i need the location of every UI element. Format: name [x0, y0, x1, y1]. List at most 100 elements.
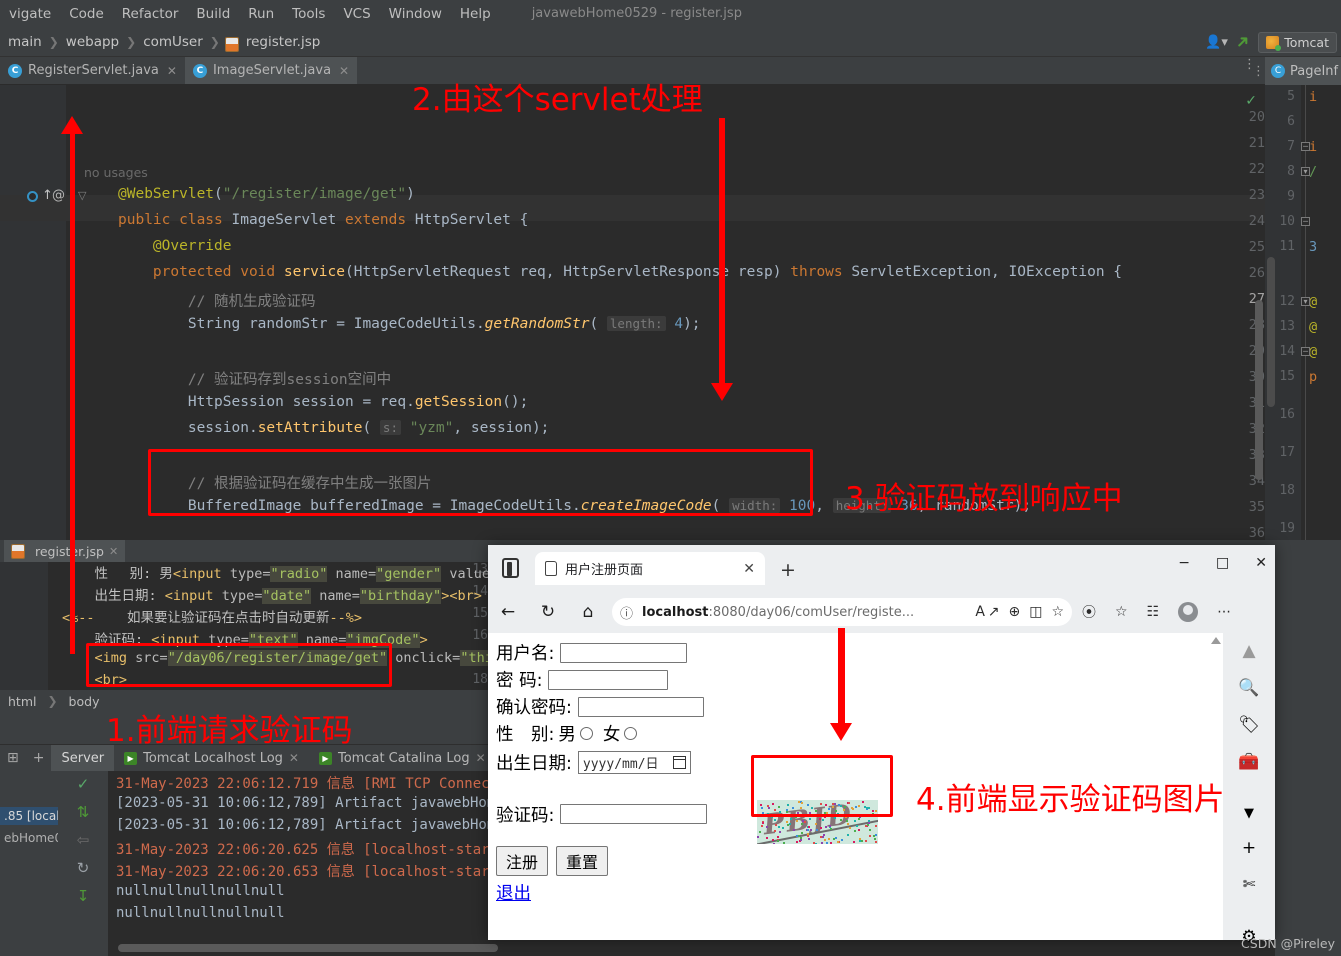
console-tab-server[interactable]: Server — [51, 745, 114, 772]
fold-marker-icon[interactable]: ▽ — [78, 189, 86, 202]
breadcrumb-body[interactable]: body — [69, 694, 100, 709]
refresh-icon[interactable]: ↻ — [77, 859, 90, 877]
reset-button[interactable]: 重置 — [556, 846, 608, 876]
code-line[interactable]: HttpSession session = req.getSession(); — [118, 394, 528, 410]
editor-scrollbar[interactable] — [1255, 300, 1263, 480]
deploy-icon[interactable]: ↧ — [77, 887, 90, 905]
info-icon[interactable]: ⓘ — [620, 603, 633, 622]
fold-marker-icon[interactable]: ─ — [1301, 347, 1310, 356]
code-line[interactable]: @Override — [118, 238, 232, 254]
right-editor-pane[interactable]: C PageInf 5 6 7 8 9 10 11 12 13 14 15 16… — [1265, 57, 1341, 540]
scroll-up-icon[interactable] — [1211, 637, 1221, 644]
profile-avatar[interactable] — [1178, 602, 1198, 622]
fold-marker-icon[interactable]: ─ — [1301, 217, 1310, 226]
right-editor-scrollbar[interactable] — [1267, 257, 1275, 407]
editor-gutter[interactable] — [0, 85, 66, 540]
menu-vcs[interactable]: VCS — [334, 4, 379, 24]
home-icon[interactable]: ⌂ — [568, 602, 608, 622]
menu-run[interactable]: Run — [239, 4, 283, 24]
submit-button[interactable]: 注册 — [496, 846, 548, 876]
scroll-up-icon[interactable]: ▲ — [1242, 641, 1255, 661]
build-arrow-icon[interactable]: ➜ — [1231, 30, 1255, 54]
menu-tools[interactable]: Tools — [283, 4, 334, 24]
close-icon[interactable]: ✕ — [289, 751, 299, 765]
close-icon[interactable]: ✕ — [109, 545, 118, 558]
copilot-icon[interactable]: ⦿ — [1082, 602, 1096, 622]
run-gutter-icon[interactable] — [27, 191, 38, 202]
editor-split-handle[interactable]: ⋮ — [1252, 57, 1265, 85]
minimize-icon[interactable]: − — [1178, 555, 1190, 571]
fold-marker-icon[interactable]: ▾ — [1301, 167, 1310, 176]
code-line[interactable]: <%-- 如果要让验证码在点击时自动更新--%> — [62, 606, 362, 626]
add-icon[interactable]: + — [1242, 838, 1256, 858]
close-icon[interactable]: ✕ — [476, 751, 486, 765]
tab-imageservlet[interactable]: C ImageServlet.java ✕ — [185, 57, 357, 84]
menu-window[interactable]: Window — [380, 4, 451, 24]
gender-radio-female[interactable] — [624, 727, 637, 740]
code-line[interactable]: @WebServlet("/register/image/get") — [118, 186, 415, 202]
maximize-icon[interactable]: □ — [1216, 555, 1229, 571]
run-config-selector[interactable]: Tomcat — [1258, 32, 1337, 53]
toolbox-icon[interactable]: 🧰 — [1238, 752, 1259, 772]
username-input[interactable] — [560, 643, 687, 663]
code-line[interactable]: protected void service(HttpServletReques… — [118, 264, 1122, 280]
captcha-input[interactable] — [560, 804, 707, 824]
rerun-icon[interactable]: ⇅ — [77, 803, 90, 821]
code-line[interactable]: // 验证码存到session空间中 — [118, 368, 391, 389]
more-icon[interactable]: ⋯ — [1217, 604, 1231, 620]
breadcrumb-html[interactable]: html — [8, 694, 36, 709]
sidebar-toggle-icon[interactable] — [502, 558, 519, 578]
birthday-input[interactable]: yyyy/mm/日 — [578, 751, 691, 774]
code-line[interactable]: session.setAttribute( s: "yzm", session)… — [118, 420, 549, 436]
gender-radio-male[interactable] — [580, 727, 593, 740]
close-icon[interactable]: ✕ — [1255, 555, 1267, 571]
address-bar[interactable]: ⓘ localhost:8080/day06/comUser/registe..… — [612, 598, 1072, 626]
add-icon[interactable]: + — [26, 750, 52, 766]
new-tab-button[interactable]: + — [780, 559, 796, 581]
back-icon[interactable]: ← — [488, 602, 528, 622]
code-line[interactable]: 性 别: 男<input type="radio" name="gender" … — [62, 562, 488, 582]
breadcrumb-webapp[interactable]: webapp — [64, 34, 121, 50]
zoom-icon[interactable]: ⊕ — [1008, 604, 1020, 620]
favorites-icon[interactable]: ☆ — [1115, 604, 1128, 620]
menu-refactor[interactable]: Refactor — [113, 4, 188, 24]
console-hscrollbar[interactable] — [118, 944, 498, 952]
breadcrumb-comuser[interactable]: comUser — [141, 34, 205, 50]
tag-icon[interactable]: 🏷 — [1238, 715, 1260, 735]
jsp-editor-gutter[interactable] — [0, 562, 48, 690]
exit-link[interactable]: 退出 — [496, 880, 531, 905]
cut-icon[interactable]: ✄ — [1243, 875, 1256, 893]
confirm-password-input[interactable] — [578, 697, 704, 717]
chevron-down-icon[interactable]: ▼ — [1244, 806, 1254, 821]
password-input[interactable] — [548, 670, 668, 690]
code-line[interactable]: String randomStr = ImageCodeUtils.getRan… — [118, 316, 701, 332]
code-line[interactable]: public class ImageServlet extends HttpSe… — [118, 212, 528, 228]
refresh-icon[interactable]: ↻ — [528, 602, 568, 622]
menu-navigate[interactable]: vigate — [0, 4, 60, 24]
close-icon[interactable]: ✕ — [339, 64, 349, 78]
split-screen-icon[interactable]: ◫ — [1029, 604, 1042, 620]
user-icon[interactable]: 👤▾ — [1205, 35, 1228, 50]
browser-tab[interactable]: 用户注册页面 ✕ — [535, 552, 765, 585]
read-aloud-icon[interactable]: A ↗ — [975, 604, 999, 620]
calendar-icon[interactable] — [673, 756, 686, 769]
close-icon[interactable]: ✕ — [743, 561, 755, 577]
fold-marker-icon[interactable]: ─ — [1301, 142, 1310, 151]
tab-registerservlet[interactable]: C RegisterServlet.java ✕ — [0, 57, 185, 84]
code-line[interactable]: // 随机生成验证码 — [118, 290, 316, 311]
breadcrumb-file[interactable]: register.jsp — [244, 34, 322, 50]
breadcrumb-main[interactable]: main — [6, 34, 44, 50]
run-config-item[interactable]: ebHome05 — [0, 829, 58, 847]
code-line[interactable]: 出生日期: <input type="date" name="birthday"… — [62, 584, 482, 604]
menu-build[interactable]: Build — [187, 4, 239, 24]
run-config-item[interactable]: .85 [local] — [0, 807, 58, 825]
menu-code[interactable]: Code — [60, 4, 113, 24]
favorite-icon[interactable]: ☆ — [1051, 604, 1064, 620]
tab-pageinfo[interactable]: C PageInf — [1265, 57, 1341, 85]
menu-help[interactable]: Help — [451, 4, 500, 24]
fold-marker-icon[interactable]: ▾ — [1301, 297, 1310, 306]
search-icon[interactable]: 🔍 — [1238, 678, 1259, 698]
restore-layout-icon[interactable]: ⊞ — [0, 750, 26, 766]
close-icon[interactable]: ✕ — [167, 64, 177, 78]
tab-register-jsp[interactable]: register.jsp ✕ — [4, 540, 125, 562]
